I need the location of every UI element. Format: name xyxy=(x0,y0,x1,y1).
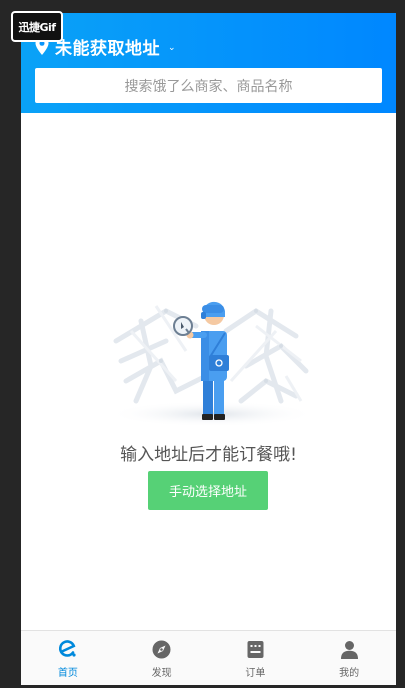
tab-profile[interactable]: 我的 xyxy=(302,631,396,685)
eleme-logo-icon xyxy=(59,640,76,657)
tab-label: 我的 xyxy=(339,668,360,679)
app-screen: 未能获取地址 ⌄ 搜索饿了么商家、商品名称 输入地址后才能订餐哦! 手动选择地址… xyxy=(21,13,396,685)
courier-map-illustration-icon xyxy=(108,301,316,427)
bottom-tabbar: 首页 发现 订单 我的 xyxy=(21,630,396,685)
header: 未能获取地址 ⌄ 搜索饿了么商家、商品名称 xyxy=(21,13,396,113)
tab-home[interactable]: 首页 xyxy=(21,631,115,685)
tab-label: 订单 xyxy=(245,668,266,679)
location-text: 未能获取地址 xyxy=(55,38,160,59)
tab-discover[interactable]: 发现 xyxy=(115,631,209,685)
search-input[interactable]: 搜索饿了么商家、商品名称 xyxy=(35,68,382,103)
search-placeholder: 搜索饿了么商家、商品名称 xyxy=(124,78,293,95)
tab-label: 发现 xyxy=(151,668,172,679)
no-address-message: 输入地址后才能订餐哦! xyxy=(120,445,297,465)
chevron-down-icon: ⌄ xyxy=(168,42,176,53)
user-icon xyxy=(340,641,358,659)
compass-icon xyxy=(152,640,171,659)
watermark-logo: 迅捷Gif xyxy=(11,11,63,42)
order-icon xyxy=(247,641,264,658)
tab-label: 首页 xyxy=(57,668,78,679)
manual-select-address-button[interactable]: 手动选择地址 xyxy=(148,471,268,510)
tab-orders[interactable]: 订单 xyxy=(209,631,303,685)
